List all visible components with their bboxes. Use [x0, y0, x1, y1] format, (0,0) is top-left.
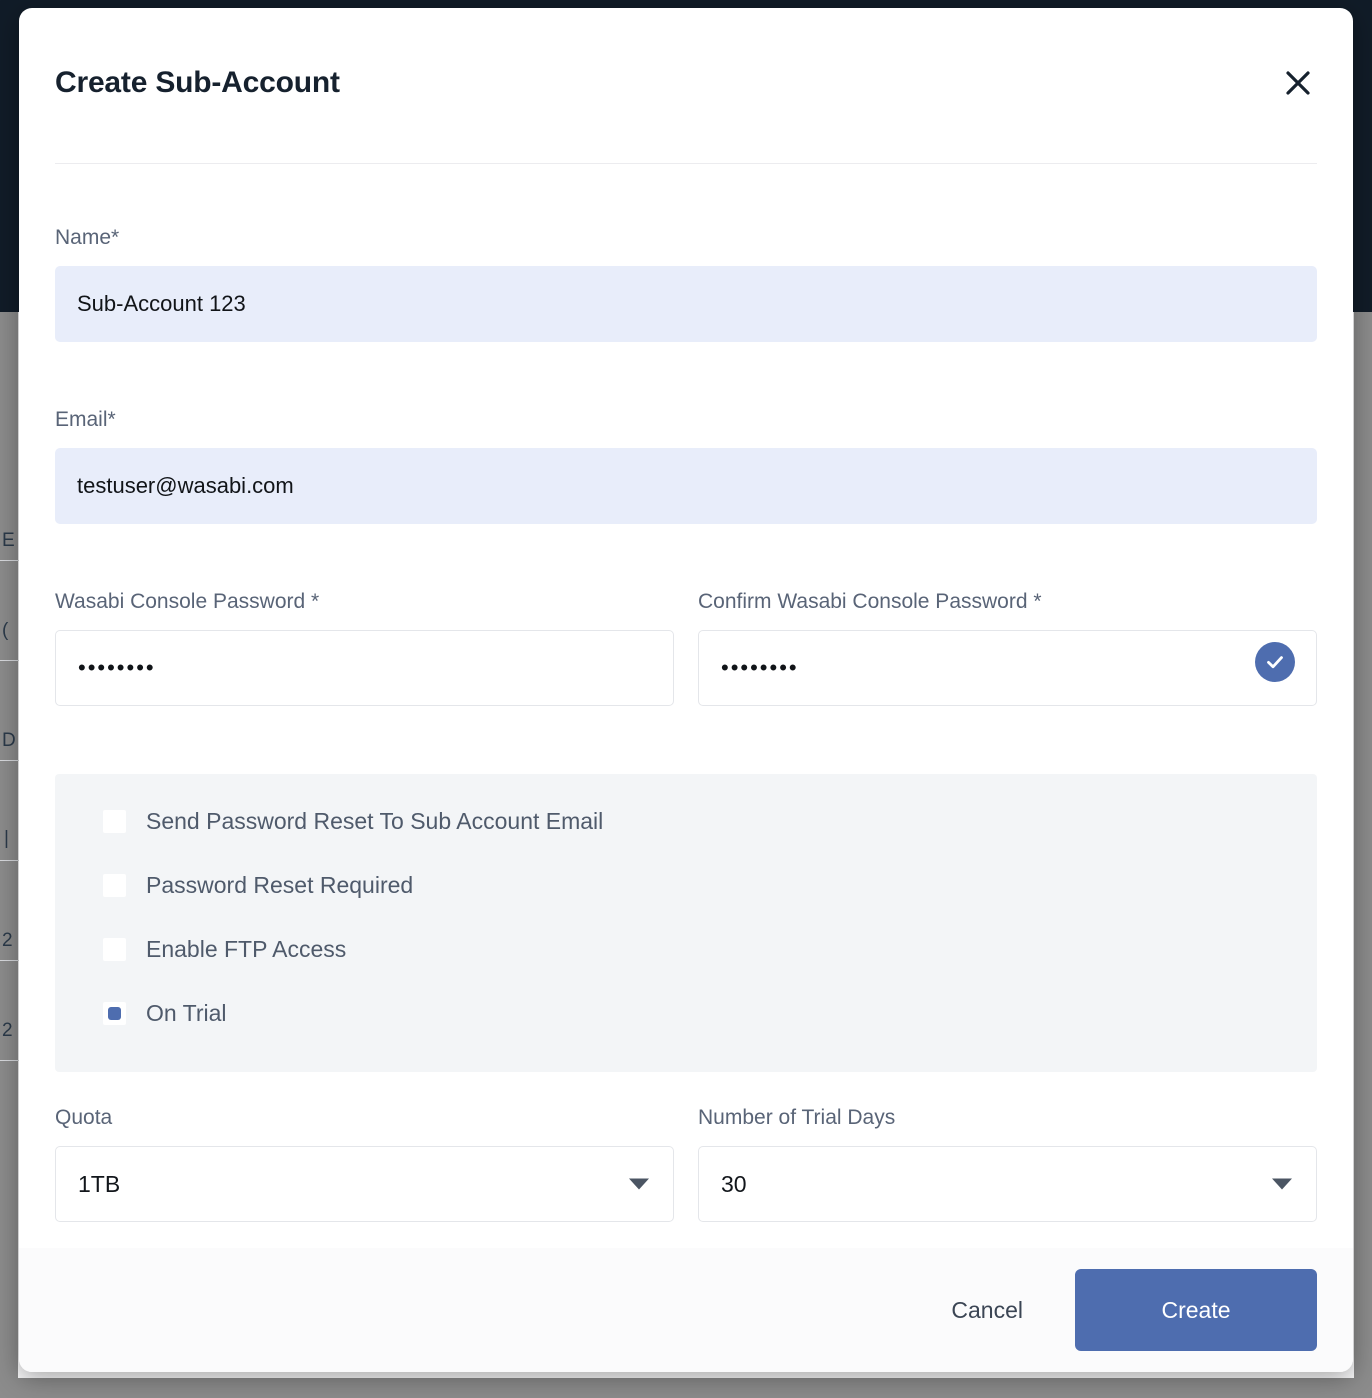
background-ghost-text: |: [4, 828, 9, 849]
email-label: Email*: [55, 408, 116, 431]
password-label: Wasabi Console Password *: [55, 590, 320, 613]
checkbox-row-enable-ftp-access[interactable]: Enable FTP Access: [103, 936, 346, 963]
email-field-group: Email*: [55, 408, 1317, 524]
close-button[interactable]: [1275, 60, 1321, 106]
options-panel: Send Password Reset To Sub Account Email…: [55, 774, 1317, 1072]
confirm-password-label: Confirm Wasabi Console Password *: [698, 590, 1042, 613]
confirm-password-input[interactable]: [698, 630, 1317, 706]
quota-field-group: Quota 1TB: [55, 1106, 674, 1222]
dialog-footer: Cancel Create: [19, 1248, 1353, 1372]
create-sub-account-dialog: Create Sub-Account Name* Email* Wasabi C…: [19, 8, 1353, 1372]
header-divider: [55, 163, 1317, 164]
check-circle-icon: [1255, 642, 1295, 682]
trial-days-field-group: Number of Trial Days 30: [698, 1106, 1317, 1222]
page-title: Create Sub-Account: [55, 66, 340, 99]
trial-days-value: 30: [721, 1170, 747, 1197]
checkbox-icon[interactable]: [103, 810, 126, 833]
checkbox-icon[interactable]: [103, 874, 126, 897]
name-input[interactable]: [55, 266, 1317, 342]
background-ghost-text: 2: [2, 930, 13, 951]
quota-value: 1TB: [78, 1170, 121, 1197]
password-field-row: Wasabi Console Password * Confirm Wasabi…: [55, 590, 1317, 706]
checkbox-label: Send Password Reset To Sub Account Email: [146, 808, 604, 834]
cancel-button[interactable]: Cancel: [943, 1283, 1031, 1338]
background-ghost-text: (: [2, 620, 9, 641]
checkbox-row-on-trial[interactable]: On Trial: [103, 1000, 227, 1027]
password-input[interactable]: [55, 630, 674, 706]
select-row: Quota 1TB Number of Trial Days 30: [55, 1106, 1317, 1222]
checkbox-label: Enable FTP Access: [146, 936, 347, 962]
create-button[interactable]: Create: [1075, 1269, 1317, 1351]
confirm-password-field-group: Confirm Wasabi Console Password *: [698, 590, 1317, 706]
checkbox-label: On Trial: [146, 1000, 227, 1026]
checkbox-label: Password Reset Required: [146, 872, 414, 898]
checkbox-row-send-password-reset[interactable]: Send Password Reset To Sub Account Email: [103, 808, 603, 835]
trial-days-select[interactable]: 30: [698, 1146, 1317, 1222]
background-ghost-text: D: [2, 730, 16, 751]
quota-label: Quota: [55, 1106, 113, 1129]
checkbox-checked-icon[interactable]: [103, 1002, 126, 1025]
email-input[interactable]: [55, 448, 1317, 524]
chevron-down-icon: [1272, 1178, 1292, 1190]
background-ghost-text: 2: [2, 1020, 13, 1041]
trial-days-label: Number of Trial Days: [698, 1106, 896, 1129]
quota-select[interactable]: 1TB: [55, 1146, 674, 1222]
background-ghost-text: E: [2, 530, 15, 551]
chevron-down-icon: [629, 1178, 649, 1190]
name-field-group: Name*: [55, 226, 1317, 342]
password-field-group: Wasabi Console Password *: [55, 590, 674, 706]
checkbox-row-password-reset-required[interactable]: Password Reset Required: [103, 872, 413, 899]
name-label: Name*: [55, 226, 120, 249]
checkbox-icon[interactable]: [103, 938, 126, 961]
close-icon: [1283, 68, 1313, 98]
